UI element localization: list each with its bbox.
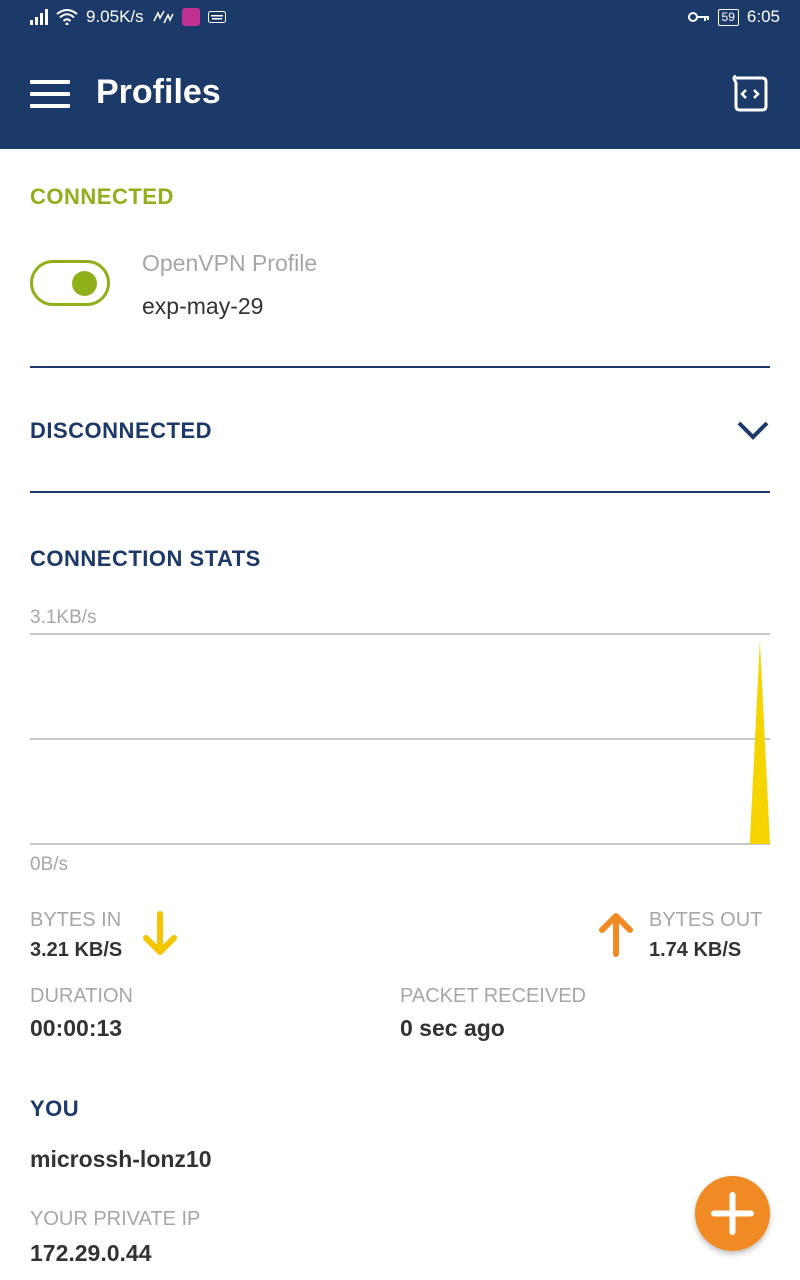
signal-icon [30,9,48,25]
bytes-in-value: 3.21 KB/S [30,939,123,961]
profile-toggle[interactable] [30,260,110,306]
throughput-chart [30,633,770,845]
status-bar-right: 59 6:05 [687,7,780,27]
packet-received-label: PACKET RECEIVED [400,985,586,1007]
app-notification-icon [181,8,200,26]
arrow-up-icon [599,913,633,957]
host-name: microssh-lonz10 [30,1146,212,1172]
you-section-label: YOU [30,1096,80,1121]
chevron-down-icon[interactable] [736,418,770,442]
disconnected-section-header[interactable]: DISCONNECTED [30,400,770,464]
hamburger-icon[interactable] [30,80,70,108]
connected-section-label: CONNECTED [30,184,174,209]
net-speed: 9.05K/s [86,7,144,26]
bytes-out-label: BYTES OUT [649,909,763,931]
private-ip-label: YOUR PRIVATE IP [30,1208,201,1230]
script-code-icon[interactable] [728,72,772,116]
battery-indicator: 59 [717,8,739,26]
app-bar: Profiles [0,36,800,149]
key-icon [687,12,709,22]
divider [30,491,770,493]
private-ip-value: 172.29.0.44 [30,1240,152,1266]
packet-received-value: 0 sec ago [400,1015,505,1041]
toggle-knob [72,271,97,296]
disconnected-section-label: DISCONNECTED [30,418,213,443]
divider [30,366,770,368]
clock: 6:05 [746,7,780,26]
profile-type: OpenVPN Profile [142,250,318,276]
status-bar: 9.05K/s 59 6:05 [0,0,800,36]
plus-icon [711,1192,754,1235]
mobile-data-icon [152,10,174,24]
chart-series-area-0 [30,640,770,844]
add-profile-button[interactable] [695,1176,770,1251]
connection-stats-label: CONNECTION STATS [30,546,261,571]
duration-value: 00:00:13 [30,1015,123,1041]
profile-name[interactable]: exp-may-29 [142,293,263,320]
profiles-screen: 9.05K/s 59 6:05 Profiles CONNECTED OpenV… [0,0,800,1280]
bytes-in-label: BYTES IN [30,909,122,931]
keyboard-icon [207,11,226,23]
status-bar-left: 9.05K/s [30,7,226,27]
bytes-out-value: 1.74 KB/S [649,939,742,961]
duration-label: DURATION [30,985,133,1007]
arrow-down-icon [143,911,177,955]
wifi-icon [56,9,78,25]
chart-ymax-label: 3.1KB/s [30,607,97,628]
page-title: Profiles [96,73,221,111]
chart-ymin-label: 0B/s [30,854,69,875]
